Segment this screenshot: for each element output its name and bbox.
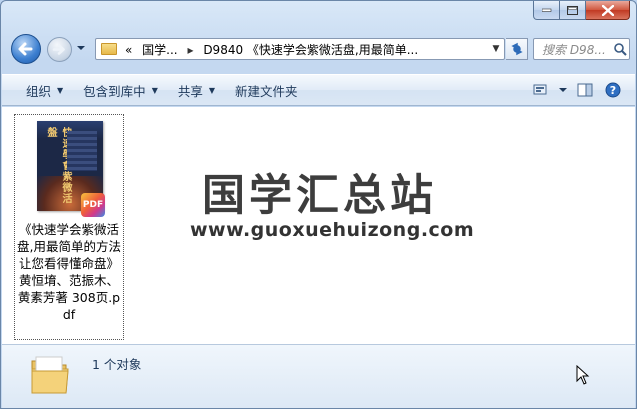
change-view-button[interactable] xyxy=(527,78,555,102)
chevron-down-icon: ▼ xyxy=(208,85,216,95)
breadcrumb: « 国学... ▸ D9840 《快速学会紫微活盘,用最简单... xyxy=(125,41,488,58)
svg-text:?: ? xyxy=(610,84,616,97)
forward-button[interactable] xyxy=(47,37,72,62)
folder-icon xyxy=(30,353,70,397)
back-button[interactable] xyxy=(11,34,41,64)
search-box[interactable]: 搜索 D98... xyxy=(533,38,630,60)
search-icon[interactable] xyxy=(611,40,629,58)
maximize-icon xyxy=(567,5,578,15)
file-item-pdf[interactable]: 快速學會紫微活盤 PDF 《快速学会紫微活盘,用最简单的方法让您看得懂命盘》黄恒… xyxy=(14,114,124,340)
mouse-cursor-icon xyxy=(576,364,590,388)
organize-label: 组织 xyxy=(26,83,52,99)
details-pane: 1 个对象 xyxy=(2,344,635,408)
chevron-down-icon: ▼ xyxy=(151,85,158,95)
forward-arrow-icon xyxy=(52,44,65,55)
breadcrumb-item-current[interactable]: D9840 《快速学会紫微活盘,用最简单... xyxy=(203,43,418,57)
include-in-library-menu[interactable]: 包含到库中 ▼ xyxy=(73,78,168,102)
folder-icon xyxy=(101,43,117,55)
address-dropdown[interactable]: ▼ xyxy=(488,44,504,54)
include-library-label: 包含到库中 xyxy=(83,83,146,99)
new-folder-button[interactable]: 新建文件夹 xyxy=(225,78,308,102)
view-icon xyxy=(533,84,547,95)
caption-buttons xyxy=(533,1,630,21)
organize-menu[interactable]: 组织 ▼ xyxy=(16,78,73,102)
close-button[interactable] xyxy=(586,1,630,20)
recent-pages-dropdown[interactable] xyxy=(75,41,87,55)
pdf-app-icon: PDF xyxy=(81,193,105,217)
navigation-bar: « 国学... ▸ D9840 《快速学会紫微活盘,用最简单... ▼ 搜索 D… xyxy=(9,33,630,65)
search-input[interactable]: 搜索 D98... xyxy=(534,41,611,58)
address-bar[interactable]: « 国学... ▸ D9840 《快速学会紫微活盘,用最简单... ▼ xyxy=(95,38,505,60)
close-icon xyxy=(601,4,614,16)
minimize-icon xyxy=(541,8,551,12)
item-count: 1 个对象 xyxy=(92,357,142,372)
share-label: 共享 xyxy=(177,83,203,99)
chevron-down-icon: ▼ xyxy=(57,85,64,95)
explorer-window: « 国学... ▸ D9840 《快速学会紫微活盘,用最简单... ▼ 搜索 D… xyxy=(0,0,637,409)
back-arrow-icon xyxy=(18,42,33,56)
refresh-icon xyxy=(510,42,523,56)
command-bar: 组织 ▼ 包含到库中 ▼ 共享 ▼ 新建文件夹 ? xyxy=(2,74,635,106)
help-button[interactable]: ? xyxy=(599,78,627,102)
file-list-pane[interactable]: 快速學會紫微活盤 PDF 《快速学会紫微活盘,用最简单的方法让您看得懂命盘》黄恒… xyxy=(2,107,635,344)
help-icon: ? xyxy=(605,82,621,98)
breadcrumb-separator[interactable]: ▸ xyxy=(187,43,193,57)
maximize-button[interactable] xyxy=(560,1,586,20)
watermark-url: www.guoxuehuizong.com xyxy=(190,219,475,241)
preview-pane-icon xyxy=(577,83,593,97)
preview-pane-button[interactable] xyxy=(571,78,599,102)
watermark-title: 国学汇总站 xyxy=(202,171,437,221)
refresh-button[interactable] xyxy=(506,38,528,60)
toolbar-right: ? xyxy=(527,78,635,102)
share-menu[interactable]: 共享 ▼ xyxy=(168,78,225,102)
breadcrumb-overflow[interactable]: « xyxy=(125,43,132,57)
file-name-label: 《快速学会紫微活盘,用最简单的方法让您看得懂命盘》黄恒堉、范振木、黄素芳著 30… xyxy=(17,222,121,322)
minimize-button[interactable] xyxy=(533,1,560,20)
new-folder-label: 新建文件夹 xyxy=(235,83,298,99)
view-options-dropdown[interactable] xyxy=(555,78,571,102)
chevron-down-icon xyxy=(77,46,85,50)
breadcrumb-item-guoxue[interactable]: 国学... xyxy=(142,43,177,57)
chevron-down-icon xyxy=(559,88,567,92)
